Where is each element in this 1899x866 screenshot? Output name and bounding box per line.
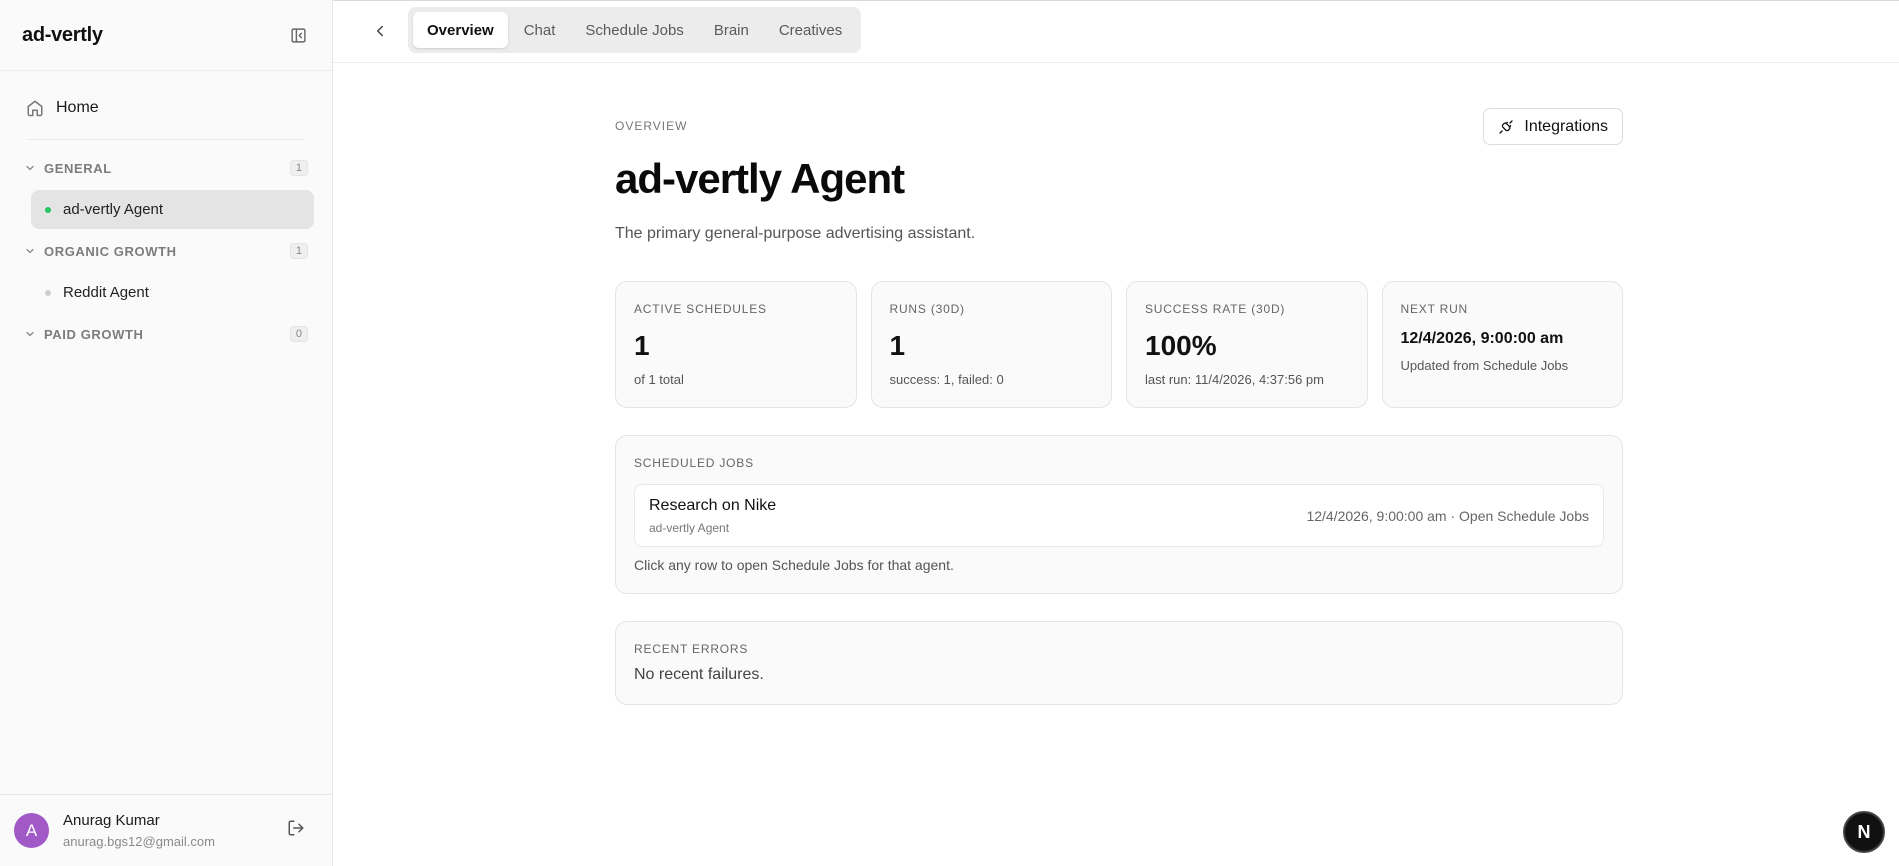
divider	[28, 139, 304, 140]
back-arrow-icon[interactable]	[371, 22, 389, 45]
tab-chat[interactable]: Chat	[510, 12, 570, 48]
overview-content: OVERVIEW Integrations ad-vertly Agent Th…	[615, 108, 1623, 705]
integrations-button[interactable]: Integrations	[1483, 108, 1623, 145]
section-eyebrow: OVERVIEW	[615, 119, 688, 133]
integrations-label: Integrations	[1524, 117, 1608, 135]
sidebar-item-label: Home	[56, 99, 99, 116]
sidebar-toggle-icon[interactable]	[286, 23, 310, 47]
stat-card-next-run: NEXT RUN 12/4/2026, 9:00:00 am Updated f…	[1381, 281, 1623, 408]
panel-hint: Click any row to open Schedule Jobs for …	[634, 557, 954, 573]
sidebar-header: ad-vertly	[0, 0, 332, 71]
tab-brain[interactable]: Brain	[700, 12, 763, 48]
group-paid-growth[interactable]: PAID GROWTH 0	[18, 314, 314, 354]
stat-sub: last run: 11/4/2026, 4:37:56 pm	[1145, 372, 1324, 387]
stat-label: ACTIVE SCHEDULES	[634, 302, 767, 316]
stat-sub: of 1 total	[634, 372, 684, 387]
tab-creatives[interactable]: Creatives	[765, 12, 856, 48]
group-count-badge: 1	[289, 160, 308, 176]
stat-card-active-schedules: ACTIVE SCHEDULES 1 of 1 total	[615, 281, 857, 408]
sidebar-item-reddit-agent[interactable]: Reddit Agent	[31, 273, 314, 312]
stat-sub: success: 1, failed: 0	[889, 372, 1004, 387]
home-icon	[27, 100, 43, 117]
empty-state-text: No recent failures.	[634, 666, 764, 683]
page-title: ad-vertly Agent	[615, 155, 905, 202]
job-row[interactable]: Research on Nike ad-vertly Agent 12/4/20…	[634, 484, 1604, 547]
stat-label: RUNS (30D)	[889, 302, 965, 316]
badge-letter: N	[1857, 821, 1871, 842]
status-dot	[45, 289, 51, 296]
chevron-down-icon	[26, 331, 34, 337]
chevron-down-icon	[26, 248, 34, 254]
status-dot	[45, 206, 51, 213]
avatar[interactable]: A	[14, 813, 49, 848]
recent-errors-panel: RECENT ERRORS No recent failures.	[615, 621, 1623, 705]
group-label: PAID GROWTH	[44, 326, 144, 342]
user-name: Anurag Kumar	[63, 812, 160, 829]
group-count-badge: 0	[289, 326, 308, 342]
stat-card-success-rate: SUCCESS RATE (30D) 100% last run: 11/4/2…	[1126, 281, 1368, 408]
sidebar-item-home[interactable]: Home	[18, 87, 314, 129]
stat-value: 1	[634, 330, 650, 361]
job-schedule-link: 12/4/2026, 9:00:00 am · Open Schedule Jo…	[1306, 507, 1589, 524]
agent-label: Reddit Agent	[63, 284, 149, 301]
stat-value: 1	[889, 330, 906, 361]
stat-label: SUCCESS RATE (30D)	[1145, 302, 1286, 316]
group-general[interactable]: GENERAL 1	[18, 148, 314, 188]
tab-overview[interactable]: Overview	[413, 12, 508, 48]
panel-label: RECENT ERRORS	[634, 642, 749, 656]
brand-logo: ad-vertly	[22, 23, 103, 46]
stat-sub: Updated from Schedule Jobs	[1400, 358, 1569, 373]
chevron-down-icon	[26, 165, 34, 171]
plug-icon	[1499, 119, 1514, 134]
tab-schedule-jobs[interactable]: Schedule Jobs	[571, 12, 697, 48]
job-agent: ad-vertly Agent	[649, 520, 730, 535]
tab-bar: Overview Chat Schedule Jobs Brain Creati…	[408, 7, 862, 53]
stat-value: 12/4/2026, 9:00:00 am	[1400, 330, 1564, 347]
nextjs-dev-badge[interactable]: N	[1843, 811, 1885, 853]
scheduled-jobs-panel: SCHEDULED JOBS Research on Nike ad-vertl…	[615, 435, 1623, 594]
sidebar-item-ad-vertly-agent[interactable]: ad-vertly Agent	[31, 190, 314, 229]
page-subtitle: The primary general-purpose advertising …	[615, 225, 976, 242]
stats-row: ACTIVE SCHEDULES 1 of 1 total RUNS (30D)…	[615, 281, 1623, 408]
group-label: ORGANIC GROWTH	[44, 243, 177, 259]
group-organic-growth[interactable]: ORGANIC GROWTH 1	[18, 231, 314, 271]
top-bar: Overview Chat Schedule Jobs Brain Creati…	[333, 0, 1899, 63]
group-label: GENERAL	[44, 160, 112, 176]
sidebar-nav: Home GENERAL 1 ad-vertly Agent ORGANIC G…	[0, 71, 332, 354]
stat-value: 100%	[1145, 330, 1217, 361]
sidebar: ad-vertly Home GENERAL 1 ad-vertly Agent…	[0, 0, 333, 866]
logout-icon[interactable]	[287, 819, 305, 842]
user-email: anurag.bgs12@gmail.com	[63, 834, 215, 849]
panel-label: SCHEDULED JOBS	[634, 456, 754, 470]
stat-card-runs: RUNS (30D) 1 success: 1, failed: 0	[870, 281, 1112, 408]
user-profile: A Anurag Kumar anurag.bgs12@gmail.com	[0, 794, 333, 866]
group-count-badge: 1	[289, 243, 308, 259]
agent-label: ad-vertly Agent	[63, 201, 164, 218]
job-name: Research on Nike	[649, 496, 777, 514]
stat-label: NEXT RUN	[1400, 302, 1469, 316]
